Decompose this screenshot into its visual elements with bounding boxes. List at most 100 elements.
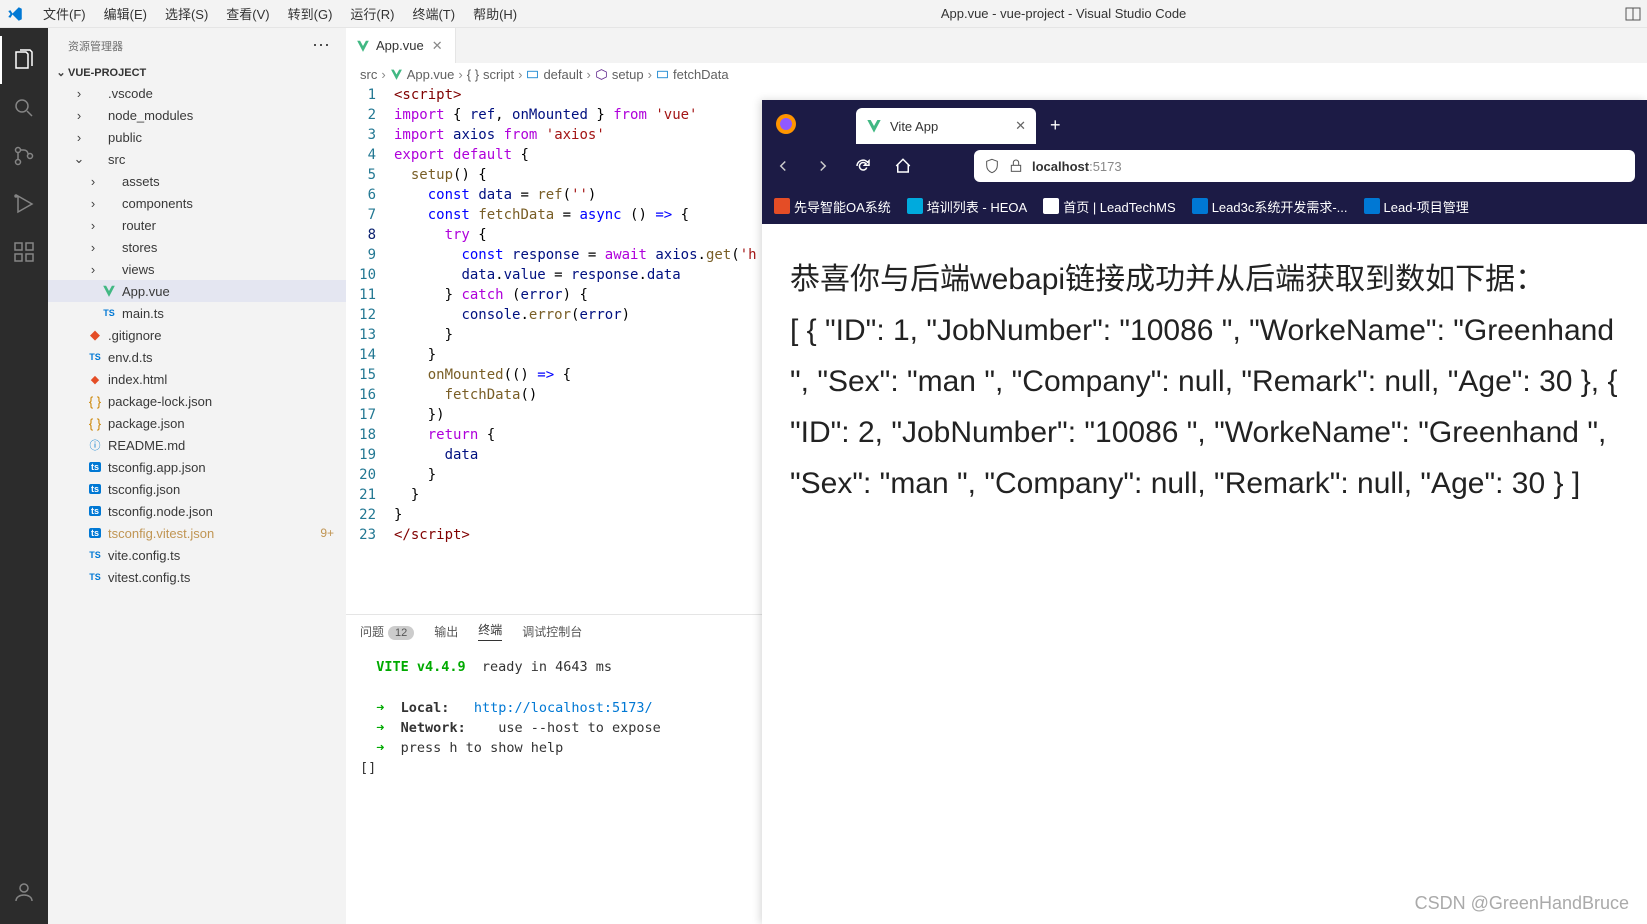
tree-item[interactable]: › .vscode bbox=[48, 82, 346, 104]
tree-item[interactable]: TS env.d.ts bbox=[48, 346, 346, 368]
page-content: 恭喜你与后端webapi链接成功并从后端获取到数如下据： [ { "ID": 1… bbox=[762, 224, 1647, 924]
forward-button[interactable] bbox=[814, 157, 842, 175]
bookmarks-bar: 先导智能OA系统 培训列表 - HEOA 首页 | LeadTechMS Lea… bbox=[762, 188, 1647, 224]
menu-item[interactable]: 文件(F) bbox=[34, 7, 95, 22]
page-data-text: [ { "ID": 1, "JobNumber": "10086 ", "Wor… bbox=[790, 305, 1619, 509]
shield-icon bbox=[984, 158, 1000, 174]
menu-item[interactable]: 运行(R) bbox=[341, 7, 403, 22]
activity-bar bbox=[0, 28, 48, 924]
tree-item[interactable]: › public bbox=[48, 126, 346, 148]
chevron-icon: › bbox=[86, 218, 100, 233]
tree-item[interactable]: ts tsconfig.json bbox=[48, 478, 346, 500]
tree-item[interactable]: › components bbox=[48, 192, 346, 214]
accounts-icon[interactable] bbox=[0, 868, 48, 916]
debug-icon[interactable] bbox=[0, 180, 48, 228]
file-icon: ts bbox=[86, 481, 104, 497]
menubar: 文件(F)编辑(E)选择(S)查看(V)转到(G)运行(R)终端(T)帮助(H)… bbox=[0, 0, 1647, 28]
window-title: App.vue - vue-project - Visual Studio Co… bbox=[526, 6, 1601, 21]
tree-item[interactable]: ts tsconfig.node.json bbox=[48, 500, 346, 522]
page-heading: 恭喜你与后端webapi链接成功并从后端获取到数如下据： bbox=[790, 254, 1619, 305]
tree-item[interactable]: › assets bbox=[48, 170, 346, 192]
search-icon[interactable] bbox=[0, 84, 48, 132]
bookmark-favicon-icon bbox=[907, 198, 923, 214]
tab-output[interactable]: 输出 bbox=[434, 623, 458, 640]
layout-icon[interactable] bbox=[1601, 6, 1641, 22]
close-icon[interactable]: ✕ bbox=[430, 36, 445, 56]
chevron-icon: › bbox=[72, 86, 86, 101]
tree-item[interactable]: ⓘ README.md bbox=[48, 434, 346, 456]
tree-item[interactable]: TS main.ts bbox=[48, 302, 346, 324]
chevron-icon: › bbox=[86, 262, 100, 277]
file-icon bbox=[86, 85, 104, 101]
url-text: localhost:5173 bbox=[1032, 159, 1122, 174]
menu-item[interactable]: 查看(V) bbox=[217, 7, 278, 22]
watermark: CSDN @GreenHandBruce bbox=[1415, 893, 1629, 914]
file-icon: ◆ bbox=[86, 327, 104, 343]
back-button[interactable] bbox=[774, 157, 802, 175]
file-icon bbox=[100, 173, 118, 189]
project-root[interactable]: ⌄ VUE-PROJECT bbox=[48, 63, 346, 82]
source-control-icon[interactable] bbox=[0, 132, 48, 180]
tree-item[interactable]: › views bbox=[48, 258, 346, 280]
file-icon: TS bbox=[100, 305, 118, 321]
menu-item[interactable]: 转到(G) bbox=[279, 7, 342, 22]
file-icon bbox=[100, 261, 118, 277]
method-icon bbox=[595, 68, 608, 81]
tree-item[interactable]: ◆ .gitignore bbox=[48, 324, 346, 346]
close-icon[interactable]: ✕ bbox=[1015, 118, 1026, 134]
bookmark-item[interactable]: 培训列表 - HEOA bbox=[907, 197, 1027, 216]
tab-terminal[interactable]: 终端 bbox=[478, 621, 502, 641]
bookmark-item[interactable]: 首页 | LeadTechMS bbox=[1043, 197, 1175, 216]
tree-item[interactable]: ◆ index.html bbox=[48, 368, 346, 390]
tree-item[interactable]: TS vite.config.ts bbox=[48, 544, 346, 566]
file-icon: TS bbox=[86, 569, 104, 585]
variable-icon bbox=[656, 68, 669, 81]
menu-item[interactable]: 帮助(H) bbox=[464, 7, 526, 22]
tree-item[interactable]: TS vitest.config.ts bbox=[48, 566, 346, 588]
tree-item[interactable]: › node_modules bbox=[48, 104, 346, 126]
tree-item[interactable]: ⌄ src bbox=[48, 148, 346, 170]
chevron-down-icon: ⌄ bbox=[54, 66, 68, 79]
file-icon: TS bbox=[86, 349, 104, 365]
tab-problems[interactable]: 问题12 bbox=[360, 623, 414, 640]
sidebar-title: 资源管理器 bbox=[68, 38, 123, 54]
tab-app-vue[interactable]: App.vue ✕ bbox=[346, 28, 456, 63]
tree-item[interactable]: › stores bbox=[48, 236, 346, 258]
tree-item[interactable]: App.vue bbox=[48, 280, 346, 302]
tab-debug-console[interactable]: 调试控制台 bbox=[522, 623, 582, 640]
file-icon bbox=[86, 129, 104, 145]
symbol-icon bbox=[526, 68, 539, 81]
menu-item[interactable]: 选择(S) bbox=[156, 7, 217, 22]
braces-icon: { } bbox=[467, 67, 479, 82]
breadcrumb[interactable]: src› App.vue› { } script› default› setup… bbox=[346, 63, 1647, 85]
firefox-logo-icon bbox=[774, 112, 798, 136]
tree-item[interactable]: ts tsconfig.vitest.json 9+ bbox=[48, 522, 346, 544]
more-actions-icon[interactable]: ⋯ bbox=[312, 35, 330, 56]
url-bar[interactable]: localhost:5173 bbox=[974, 150, 1635, 182]
menu-item[interactable]: 终端(T) bbox=[403, 7, 464, 22]
explorer-icon[interactable] bbox=[0, 36, 48, 84]
vue-file-icon bbox=[390, 68, 403, 81]
bookmark-item[interactable]: 先导智能OA系统 bbox=[774, 197, 891, 216]
vue-favicon-icon bbox=[866, 118, 882, 134]
new-tab-button[interactable]: + bbox=[1036, 107, 1075, 144]
bookmark-item[interactable]: Lead3c系统开发需求-... bbox=[1192, 197, 1348, 216]
tree-item[interactable]: › router bbox=[48, 214, 346, 236]
chevron-icon: › bbox=[86, 174, 100, 189]
bookmark-favicon-icon bbox=[1364, 198, 1380, 214]
home-button[interactable] bbox=[894, 157, 922, 175]
file-icon: ⓘ bbox=[86, 437, 104, 453]
file-icon: ◆ bbox=[86, 371, 104, 387]
tree-item[interactable]: { } package-lock.json bbox=[48, 390, 346, 412]
problem-badge: 9+ bbox=[320, 526, 334, 540]
tree-item[interactable]: ts tsconfig.app.json bbox=[48, 456, 346, 478]
bookmark-item[interactable]: Lead-项目管理 bbox=[1364, 197, 1469, 216]
browser-tab[interactable]: Vite App ✕ bbox=[856, 108, 1036, 144]
reload-button[interactable] bbox=[854, 157, 882, 175]
bookmark-favicon-icon bbox=[774, 198, 790, 214]
extensions-icon[interactable] bbox=[0, 228, 48, 276]
menu-item[interactable]: 编辑(E) bbox=[95, 7, 156, 22]
file-icon: ts bbox=[86, 459, 104, 475]
tree-item[interactable]: { } package.json bbox=[48, 412, 346, 434]
file-icon bbox=[100, 283, 118, 299]
